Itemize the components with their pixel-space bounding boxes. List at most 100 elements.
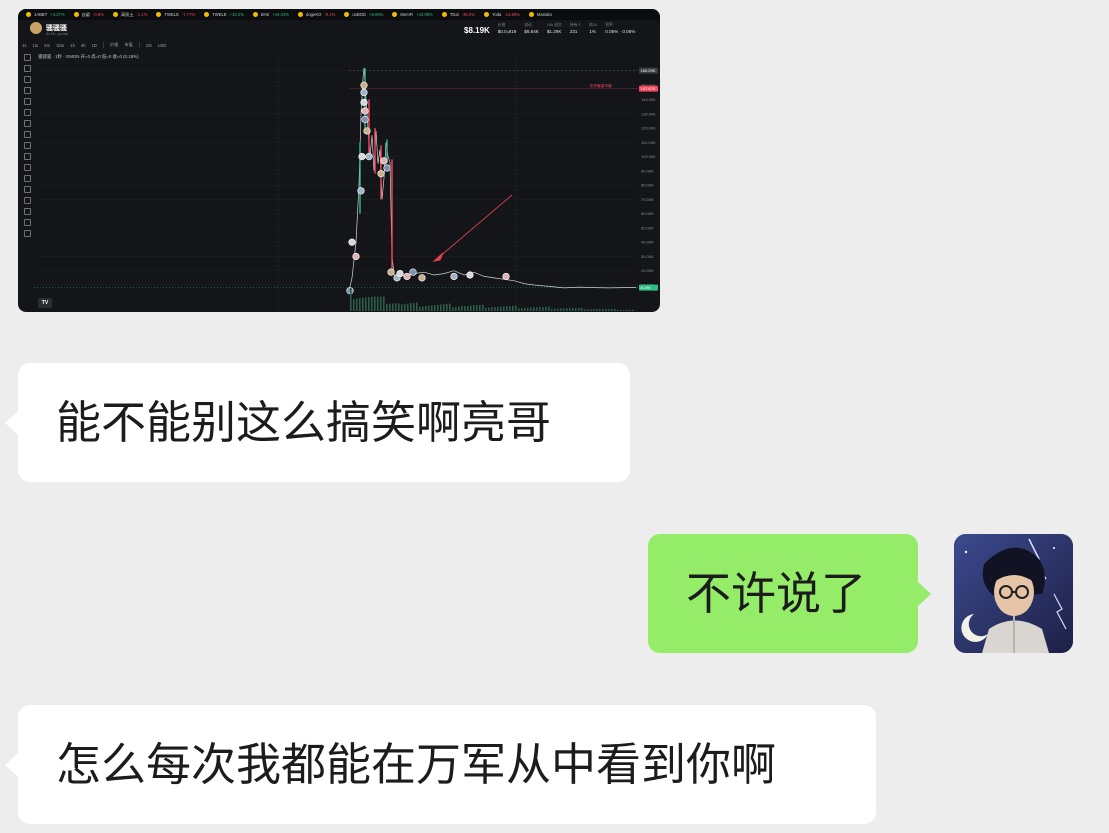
volume-bar	[500, 306, 502, 311]
volume-bar	[509, 306, 511, 311]
volume-bar	[395, 303, 397, 311]
volume-bar	[590, 309, 592, 311]
drawing-tool-icon[interactable]	[23, 120, 31, 127]
drawing-tool-icon[interactable]	[23, 175, 31, 182]
volume-bar	[629, 309, 631, 311]
volume-bar	[488, 307, 490, 311]
drawing-tool-icon[interactable]	[23, 131, 31, 138]
volume-bar	[563, 308, 565, 311]
volume-bar	[494, 307, 496, 311]
ticker-item[interactable]: TDai -36.0%	[441, 12, 475, 17]
token-avatar	[30, 22, 42, 34]
trader-avatar-icon	[502, 272, 510, 281]
timeframe-button[interactable]: 1/9	[146, 43, 152, 48]
trader-avatar-icon	[377, 170, 385, 178]
drawing-tool-icon[interactable]	[23, 76, 31, 83]
timeframe-button[interactable]: USD	[158, 43, 167, 48]
volume-bar	[599, 308, 601, 311]
drawing-tool-icon[interactable]	[23, 230, 31, 237]
volume-bar	[350, 287, 352, 311]
drawing-tool-icon[interactable]	[23, 54, 31, 61]
volume-bar	[470, 305, 472, 311]
drawing-tool-icon[interactable]	[23, 164, 31, 171]
drawing-tool-icon[interactable]	[23, 197, 31, 204]
trader-avatar-icon	[418, 274, 426, 282]
arrow-head-icon	[432, 252, 444, 262]
coin-icon	[392, 12, 398, 17]
coin-icon	[529, 12, 534, 17]
y-tick-label: 40.00K	[641, 240, 654, 245]
volume-bar	[626, 309, 628, 311]
coin-icon	[112, 11, 118, 17]
timeframe-button[interactable]: 市值	[124, 42, 132, 48]
volume-bar	[518, 308, 520, 311]
volume-bar	[572, 307, 574, 311]
volume-bar	[485, 307, 487, 311]
drawing-tool-icon[interactable]	[23, 109, 31, 116]
message-bubble-incoming[interactable]: 能不能别这么搞笑啊亮哥	[5, 363, 630, 482]
trader-avatar-icon	[403, 272, 411, 281]
y-tick-label: 20.00K	[641, 268, 654, 273]
trader-avatar-icon	[409, 268, 417, 276]
stat-item: 价格 $0.0₅819	[498, 23, 516, 34]
volume-bar	[569, 308, 571, 311]
y-tick-label: 50.00K	[641, 225, 654, 230]
ticker-item[interactable]: Yoda -13.69%	[483, 12, 520, 17]
ticker-name: unBOD	[352, 12, 367, 17]
ticker-item[interactable]: BAE +44.03%	[252, 12, 289, 17]
shared-chart-screenshot[interactable]: 1ABBT +4.27% 自虐 -0.8% 高质土 -1.1% TWELE -7.77% TWE…	[18, 9, 660, 312]
ticker-name: MemFi	[400, 12, 414, 17]
trader-avatar-icon	[450, 272, 458, 281]
arrow-annotation	[437, 194, 513, 259]
ticker-change: -8.1%	[324, 12, 336, 17]
drawing-tool-icon[interactable]	[23, 153, 31, 160]
coin-icon	[298, 12, 304, 17]
drawing-tool-icon[interactable]	[23, 186, 31, 193]
drawing-tool-icon[interactable]	[23, 98, 31, 105]
message-bubble-incoming[interactable]: 怎么每次我都能在万军从中看到你啊	[5, 705, 876, 824]
volume-bar	[413, 302, 415, 311]
stat-value: 231	[569, 29, 578, 34]
volume-bar	[389, 303, 391, 311]
timeframe-button[interactable]: 1s	[22, 43, 26, 48]
bubble-tail	[5, 411, 18, 435]
timeframe-button[interactable]: 5m	[44, 43, 50, 48]
ticker-item[interactable]: dogeKO -8.1%	[298, 12, 335, 17]
volume-bar	[386, 303, 388, 311]
ticker-name: 1ABBT	[34, 12, 48, 17]
timeframe-button[interactable]: 4h	[81, 43, 86, 48]
ticker-item[interactable]: TWELE -7.77%	[156, 12, 195, 17]
drawing-tool-icon[interactable]	[23, 219, 31, 226]
ticker-item[interactable]: 自虐 -0.8%	[73, 11, 104, 18]
trader-avatar-icon	[360, 98, 368, 106]
timeframe-button[interactable]: 价格	[110, 42, 118, 48]
ticker-name: TWELE	[164, 12, 179, 17]
price-tag-label: 160.29K	[641, 68, 656, 73]
timeframe-button[interactable]: 1D	[92, 43, 97, 48]
bubble-tail	[5, 753, 18, 777]
drawing-tool-icon[interactable]	[23, 65, 31, 72]
ticker-name: BAE	[260, 12, 270, 17]
timeframe-button[interactable]: 15m	[56, 43, 64, 48]
tradingview-logo: TV	[38, 298, 52, 308]
toolbar-divider	[102, 42, 104, 48]
trader-avatar-icon	[396, 269, 404, 278]
ticker-item[interactable]: 1ABBT +4.27%	[26, 12, 65, 17]
avatar[interactable]	[954, 534, 1073, 653]
timeframe-button[interactable]: 1m	[32, 43, 38, 48]
coin-icon	[441, 12, 447, 17]
ticker-item[interactable]: MemFi +44.08%	[392, 12, 433, 17]
message-bubble-outgoing[interactable]: 不许说了	[648, 534, 931, 653]
timeframe-button[interactable]: 1h	[70, 43, 75, 48]
drawing-tool-icon[interactable]	[23, 142, 31, 149]
ticker-item[interactable]: Manako	[529, 12, 555, 17]
ticker-item[interactable]: 高质土 -1.1%	[112, 11, 147, 18]
y-tick-label: 140.00K	[641, 97, 656, 102]
ticker-item[interactable]: unBOD +9.06%	[344, 12, 383, 17]
drawing-tool-icon[interactable]	[23, 208, 31, 215]
volume-bar	[428, 305, 430, 311]
volume-bar	[476, 305, 478, 311]
drawing-tool-icon[interactable]	[23, 87, 31, 94]
message-text: 怎么每次我都能在万军从中看到你啊	[56, 738, 777, 791]
ticker-item[interactable]: TWELE +10.2%	[204, 12, 244, 17]
